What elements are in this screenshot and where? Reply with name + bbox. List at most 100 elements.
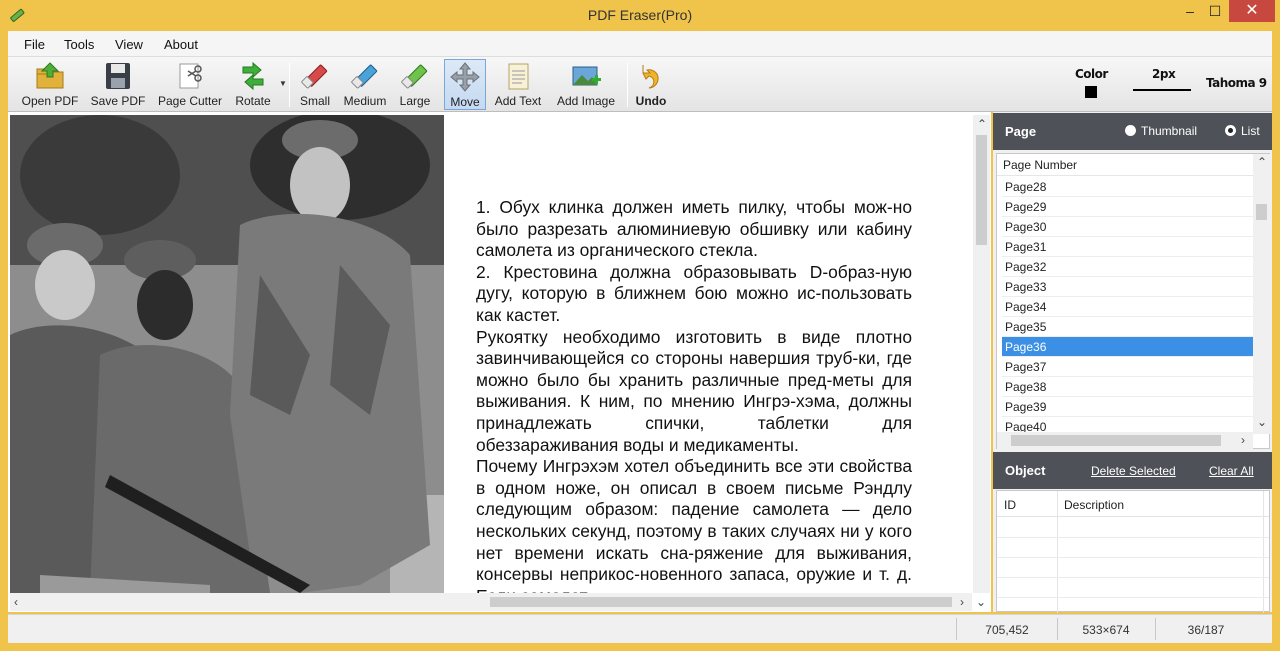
page-list-item[interactable]: Page30 <box>1002 217 1253 237</box>
column-divider <box>1263 491 1264 613</box>
page-list-horizontal-scrollbar[interactable]: › <box>997 432 1253 449</box>
app-window: PDF Eraser(Pro) – ☐ ✕ File Tools View Ab… <box>0 0 1280 651</box>
description-column-header[interactable]: Description <box>1064 498 1124 512</box>
page-panel-header: Page Thumbnail List <box>993 113 1272 150</box>
eraser-large-button[interactable]: Large <box>394 59 436 110</box>
scroll-left-icon[interactable]: ‹ <box>14 596 18 608</box>
status-bar: 705,452 533×674 36/187 <box>8 614 1272 643</box>
floppy-disk-icon <box>106 63 130 89</box>
thumbnail-radio[interactable]: Thumbnail <box>1125 124 1197 138</box>
document-photo <box>10 115 444 593</box>
image-add-icon <box>572 66 601 86</box>
doc-paragraph: 2. Крестовина должна образовывать D-обра… <box>476 261 912 325</box>
add-image-button[interactable]: Add Image <box>550 59 622 110</box>
rotate-button[interactable]: Rotate <box>230 59 276 110</box>
scroll-down-icon[interactable]: ⌄ <box>1257 416 1267 428</box>
document-text: 1. Обух клинка должен иметь пилку, чтобы… <box>476 197 912 593</box>
stroke-width-label[interactable]: 2px <box>1152 67 1176 81</box>
scroll-thumb[interactable] <box>1011 435 1221 446</box>
save-pdf-button[interactable]: Save PDF <box>86 59 150 110</box>
table-row-line <box>997 557 1269 558</box>
scroll-down-icon[interactable]: ⌄ <box>976 596 986 608</box>
thumbnail-label: Thumbnail <box>1141 124 1198 138</box>
menu-about[interactable]: About <box>164 37 198 52</box>
scroll-up-icon[interactable]: ⌃ <box>977 118 987 130</box>
scroll-up-icon[interactable]: ⌃ <box>1257 156 1267 168</box>
large-label: Large <box>399 94 431 108</box>
page-list: Page Number Page28 Page29 Page30 Page31 Page… <box>996 153 1270 449</box>
toolbar-separator <box>627 63 628 107</box>
scroll-thumb[interactable] <box>490 597 952 607</box>
doc-paragraph: 1. Обух клинка должен иметь пилку, чтобы… <box>476 197 912 261</box>
doc-paragraph: Почему Ингрэхэм хотел объединить все эти… <box>476 456 912 593</box>
page-size: 533×674 <box>1082 623 1130 637</box>
document-view: 1. Обух клинка должен иметь пилку, чтобы… <box>8 112 991 612</box>
notepad-icon <box>508 63 529 90</box>
color-label[interactable]: Color <box>1075 67 1108 81</box>
color-swatch[interactable] <box>1085 86 1097 98</box>
page-list-item[interactable]: Page33 <box>1002 277 1253 297</box>
page-list-item[interactable]: Page31 <box>1002 237 1253 257</box>
radio-selected-icon <box>1225 125 1236 136</box>
clear-all-link[interactable]: Clear All <box>1209 464 1254 478</box>
list-radio[interactable]: List <box>1225 124 1260 138</box>
table-row-line <box>997 577 1269 578</box>
page-list-item[interactable]: Page39 <box>1002 397 1253 417</box>
toolbar: Open PDF Save PDF Page Cutter Rotate ▼ S… <box>8 57 1272 112</box>
window-title: PDF Eraser(Pro) <box>587 7 693 23</box>
object-panel-header: Object Delete Selected Clear All <box>993 452 1272 489</box>
open-pdf-button[interactable]: Open PDF <box>18 59 82 110</box>
cursor-coordinates: 705,452 <box>985 623 1029 637</box>
small-label: Small <box>299 94 330 108</box>
page-cutter-label: Page Cutter <box>157 94 223 108</box>
undo-button[interactable]: Undo <box>630 59 672 110</box>
page-index: 36/187 <box>1187 623 1225 637</box>
move-button[interactable]: Move <box>444 59 486 110</box>
object-table: ID Description <box>996 490 1270 613</box>
object-panel-title: Object <box>1005 463 1046 478</box>
font-label[interactable]: Tahoma 9 <box>1206 76 1267 90</box>
page-list-item[interactable]: Page34 <box>1002 297 1253 317</box>
menu-tools[interactable]: Tools <box>64 37 94 52</box>
page-panel-title: Page <box>1005 124 1037 139</box>
rotate-dropdown-icon[interactable]: ▼ <box>279 79 287 88</box>
page-list-vertical-scrollbar[interactable]: ⌃ ⌄ <box>1253 154 1270 434</box>
pdf-page[interactable]: 1. Обух клинка должен иметь пилку, чтобы… <box>10 115 972 593</box>
close-button[interactable]: ✕ <box>1229 0 1275 22</box>
menu-file[interactable]: File <box>24 37 45 52</box>
open-pdf-label: Open PDF <box>21 94 79 108</box>
page-list-item[interactable]: Page32 <box>1002 257 1253 277</box>
maximize-button[interactable]: ☐ <box>1200 0 1230 22</box>
table-row-line <box>997 537 1269 538</box>
page-list-item[interactable]: Page28 <box>1002 177 1253 197</box>
page-cutter-button[interactable]: Page Cutter <box>154 59 226 110</box>
page-list-item[interactable]: Page38 <box>1002 377 1253 397</box>
blue-eraser-icon <box>351 64 378 89</box>
page-list-item[interactable]: Page35 <box>1002 317 1253 337</box>
scroll-right-icon[interactable]: › <box>1241 434 1245 446</box>
page-list-item[interactable]: Page37 <box>1002 357 1253 377</box>
document-horizontal-scrollbar[interactable]: ‹ › <box>10 593 972 611</box>
save-pdf-label: Save PDF <box>90 94 146 108</box>
delete-selected-link[interactable]: Delete Selected <box>1091 464 1176 478</box>
scroll-thumb[interactable] <box>976 135 987 245</box>
eraser-small-button[interactable]: Small <box>294 59 336 110</box>
document-vertical-scrollbar[interactable]: ⌃ <box>973 115 990 593</box>
scroll-right-icon[interactable]: › <box>960 596 964 608</box>
scroll-thumb[interactable] <box>1256 204 1267 220</box>
page-list-item[interactable]: Page36 <box>1002 337 1253 357</box>
undo-arrow-icon <box>642 65 659 89</box>
id-column-header[interactable]: ID <box>1004 498 1016 512</box>
side-panel: Page Thumbnail List Page Number Page28 Pa… <box>993 112 1272 613</box>
table-row-line <box>997 597 1269 598</box>
add-image-label: Add Image <box>556 94 616 108</box>
doc-paragraph: Рукоятку необходимо изготовить в виде пл… <box>476 326 912 455</box>
page-list-item[interactable]: Page29 <box>1002 197 1253 217</box>
open-folder-icon <box>36 62 64 89</box>
rotate-arrows-icon <box>242 61 264 91</box>
rotate-label: Rotate <box>235 94 271 108</box>
add-text-button[interactable]: Add Text <box>490 59 546 110</box>
object-table-header: ID Description <box>997 491 1269 517</box>
eraser-medium-button[interactable]: Medium <box>340 59 390 110</box>
menu-view[interactable]: View <box>115 37 143 52</box>
